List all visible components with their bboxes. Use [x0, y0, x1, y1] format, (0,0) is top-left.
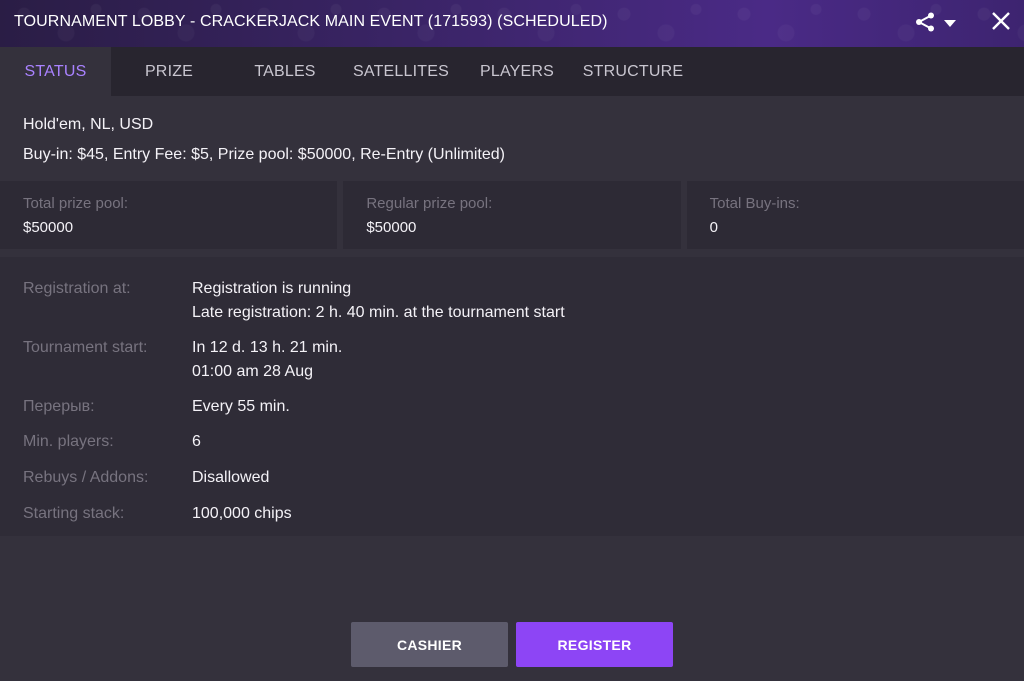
window-title: TOURNAMENT LOBBY - CRACKERJACK MAIN EVEN…: [14, 13, 608, 30]
detail-label: Rebuys / Addons:: [23, 469, 149, 486]
detail-value: Disallowed: [192, 469, 270, 486]
title-bar: TOURNAMENT LOBBY - CRACKERJACK MAIN EVEN…: [0, 0, 1024, 47]
stat-total-prize-pool: Total prize pool: $50000: [0, 181, 338, 249]
register-button[interactable]: REGISTER: [516, 622, 673, 667]
tab-bar: STATUS PRIZE TABLES SATELLITES PLAYERS S…: [0, 47, 1024, 96]
start-countdown: In 12 d. 13 h. 21 min.: [192, 339, 343, 356]
late-registration: Late registration: 2 h. 40 min. at the t…: [192, 304, 565, 321]
detail-label: Tournament start:: [23, 339, 148, 356]
stat-value: $50000: [366, 219, 417, 236]
caret-down-icon: [944, 15, 956, 33]
tab-players[interactable]: PLAYERS: [459, 47, 575, 96]
stat-label: Regular prize pool:: [366, 195, 493, 212]
tab-prize[interactable]: PRIZE: [111, 47, 227, 96]
start-datetime: 01:00 am 28 Aug: [192, 363, 313, 380]
detail-label: Перерыв:: [23, 398, 95, 415]
stat-label: Total prize pool:: [23, 195, 129, 212]
close-icon: [992, 11, 1010, 35]
registration-status: Registration is running: [192, 280, 352, 297]
stat-regular-prize-pool: Regular prize pool: $50000: [343, 181, 681, 249]
stat-label: Total Buy-ins:: [709, 195, 800, 212]
stat-total-buyins: Total Buy-ins: 0: [686, 181, 1024, 249]
stat-value: $50000: [23, 219, 74, 236]
tournament-lobby-window: TOURNAMENT LOBBY - CRACKERJACK MAIN EVEN…: [0, 0, 1024, 681]
buyin-summary: Buy-in: $45, Entry Fee: $5, Prize pool: …: [23, 146, 505, 163]
detail-label: Starting stack:: [23, 505, 125, 522]
game-type: Hold'em, NL, USD: [23, 116, 154, 133]
share-menu-button[interactable]: [914, 11, 962, 37]
tournament-details: Registration at: Registration is running…: [0, 257, 1024, 536]
tab-satellites[interactable]: SATELLITES: [343, 47, 459, 96]
detail-label: Min. players:: [23, 433, 114, 450]
prize-stats: Total prize pool: $50000 Regular prize p…: [0, 181, 1024, 249]
tab-structure[interactable]: STRUCTURE: [575, 47, 691, 96]
stat-value: 0: [709, 219, 718, 236]
close-button[interactable]: [988, 10, 1014, 36]
detail-value: Every 55 min.: [192, 398, 290, 415]
tab-tables[interactable]: TABLES: [227, 47, 343, 96]
detail-value: 100,000 chips: [192, 505, 292, 522]
detail-label: Registration at:: [23, 280, 131, 297]
detail-value: 6: [192, 433, 201, 450]
share-icon: [914, 11, 936, 38]
tab-status[interactable]: STATUS: [0, 47, 111, 96]
cashier-button[interactable]: CASHIER: [351, 622, 508, 667]
